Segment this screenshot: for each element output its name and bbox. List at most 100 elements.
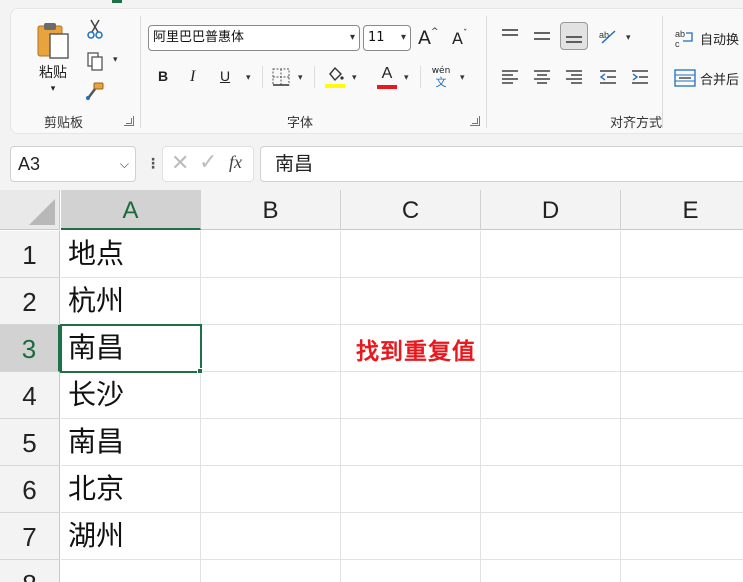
- column-header-b[interactable]: B: [201, 190, 341, 230]
- cell-a7[interactable]: 湖州: [61, 513, 201, 560]
- italic-button[interactable]: I: [190, 68, 195, 86]
- cell-e4[interactable]: [621, 372, 743, 419]
- cell-d7[interactable]: [481, 513, 621, 560]
- column-header-c[interactable]: C: [341, 190, 481, 230]
- cell-d6[interactable]: [481, 466, 621, 513]
- cell-e7[interactable]: [621, 513, 743, 560]
- cell-b5[interactable]: [201, 419, 341, 466]
- cell-d2[interactable]: [481, 278, 621, 325]
- row-header-3[interactable]: 3: [0, 325, 60, 372]
- decrease-indent-button[interactable]: [596, 65, 620, 89]
- fill-handle[interactable]: [197, 368, 203, 374]
- borders-dropdown-icon[interactable]: ▾: [298, 73, 303, 83]
- align-left-button[interactable]: [498, 65, 522, 89]
- copy-button[interactable]: [84, 50, 106, 72]
- row-header-4[interactable]: 4: [0, 372, 60, 419]
- cell-a3[interactable]: 南昌: [61, 325, 201, 372]
- font-name-combo[interactable]: 阿里巴巴普惠体 ▾: [148, 25, 360, 51]
- cell-c2[interactable]: [341, 278, 481, 325]
- cell-d1[interactable]: [481, 231, 621, 278]
- cell-c6[interactable]: [341, 466, 481, 513]
- cell-b4[interactable]: [201, 372, 341, 419]
- cell-c4[interactable]: [341, 372, 481, 419]
- phonetic-guide-button[interactable]: wén 文: [430, 64, 452, 90]
- align-center-button[interactable]: [530, 65, 554, 89]
- font-size-combo[interactable]: 11 ▾: [363, 25, 411, 51]
- paste-button[interactable]: 粘贴 ▾: [30, 18, 76, 96]
- font-color-button[interactable]: A: [376, 64, 398, 90]
- cell-a8[interactable]: [61, 560, 201, 582]
- borders-button[interactable]: [270, 66, 292, 88]
- row-header-6[interactable]: 6: [0, 466, 60, 513]
- wrap-text-button[interactable]: ab c 自动换: [674, 26, 743, 50]
- cancel-icon[interactable]: ✕: [171, 151, 189, 176]
- cell-b8[interactable]: [201, 560, 341, 582]
- underline-button[interactable]: U: [220, 68, 230, 84]
- clipboard-launcher-icon[interactable]: [124, 116, 134, 126]
- cut-button[interactable]: [84, 18, 106, 40]
- cell-e2[interactable]: [621, 278, 743, 325]
- row-header-1[interactable]: 1: [0, 231, 60, 278]
- name-box[interactable]: A3 ⌵: [10, 146, 136, 182]
- cell-e1[interactable]: [621, 231, 743, 278]
- row-header-2[interactable]: 2: [0, 278, 60, 325]
- formula-input[interactable]: 南昌: [260, 146, 743, 182]
- column-header-a[interactable]: A: [61, 190, 201, 230]
- cell-b1[interactable]: [201, 231, 341, 278]
- cell-a5[interactable]: 南昌: [61, 419, 201, 466]
- select-all-triangle-icon: [29, 199, 55, 225]
- orientation-dropdown-icon[interactable]: ▾: [626, 33, 631, 43]
- phonetic-dropdown-icon[interactable]: ▾: [460, 73, 465, 83]
- copy-dropdown-icon[interactable]: ▾: [113, 55, 118, 65]
- cell-b6[interactable]: [201, 466, 341, 513]
- cell-b2[interactable]: [201, 278, 341, 325]
- cell-e8[interactable]: [621, 560, 743, 582]
- fill-color-button[interactable]: [324, 64, 346, 90]
- font-color-dropdown-icon[interactable]: ▾: [404, 73, 409, 83]
- align-right-button[interactable]: [562, 65, 586, 89]
- shrink-font-button[interactable]: Aˇ: [452, 29, 467, 48]
- cell-a2[interactable]: 杭州: [61, 278, 201, 325]
- insert-function-button[interactable]: fx: [229, 152, 242, 173]
- font-launcher-icon[interactable]: [470, 116, 480, 126]
- underline-dropdown-icon[interactable]: ▾: [246, 73, 251, 83]
- cell-e5[interactable]: [621, 419, 743, 466]
- cell-a1[interactable]: 地点: [61, 231, 201, 278]
- more-options-icon[interactable]: ⋮: [146, 156, 160, 172]
- bold-button[interactable]: B: [158, 68, 168, 84]
- increase-indent-button[interactable]: [628, 65, 652, 89]
- cell-b3[interactable]: [201, 325, 341, 372]
- cell-d8[interactable]: [481, 560, 621, 582]
- cell-e3[interactable]: [621, 325, 743, 372]
- cell-d5[interactable]: [481, 419, 621, 466]
- cell-c5[interactable]: [341, 419, 481, 466]
- format-painter-button[interactable]: [84, 80, 106, 102]
- row-header-8[interactable]: 8: [0, 560, 60, 582]
- worksheet-grid[interactable]: ABCDE 12345678 地点杭州南昌长沙南昌北京湖州 找到重复值: [0, 190, 743, 582]
- cell-a4[interactable]: 长沙: [61, 372, 201, 419]
- cell-a6[interactable]: 北京: [61, 466, 201, 513]
- fill-color-dropdown-icon[interactable]: ▾: [352, 73, 357, 83]
- grow-font-button[interactable]: A^: [418, 27, 439, 49]
- select-all-button[interactable]: [0, 190, 60, 230]
- cell-c1[interactable]: [341, 231, 481, 278]
- cell-b7[interactable]: [201, 513, 341, 560]
- cell-d3[interactable]: [481, 325, 621, 372]
- cell-d4[interactable]: [481, 372, 621, 419]
- orientation-button[interactable]: ab: [596, 24, 620, 48]
- cell-c8[interactable]: [341, 560, 481, 582]
- column-header-d[interactable]: D: [481, 190, 621, 230]
- row-header-5[interactable]: 5: [0, 419, 60, 466]
- bottom-align-button[interactable]: [560, 22, 588, 50]
- paintbrush-icon: [86, 82, 104, 100]
- chevron-down-icon: ⌵: [119, 157, 129, 171]
- cell-e6[interactable]: [621, 466, 743, 513]
- ribbon: 粘贴 ▾ ▾ 剪贴板 阿里巴巴普惠体 ▾ 11 ▾ A^ Aˇ B I U ▾ …: [0, 0, 743, 138]
- middle-align-button[interactable]: [530, 24, 554, 48]
- column-header-e[interactable]: E: [621, 190, 743, 230]
- enter-icon[interactable]: ✓: [199, 150, 217, 175]
- top-align-button[interactable]: [498, 24, 522, 48]
- row-header-7[interactable]: 7: [0, 513, 60, 560]
- cell-c7[interactable]: [341, 513, 481, 560]
- merge-center-button[interactable]: 合并后: [674, 66, 743, 90]
